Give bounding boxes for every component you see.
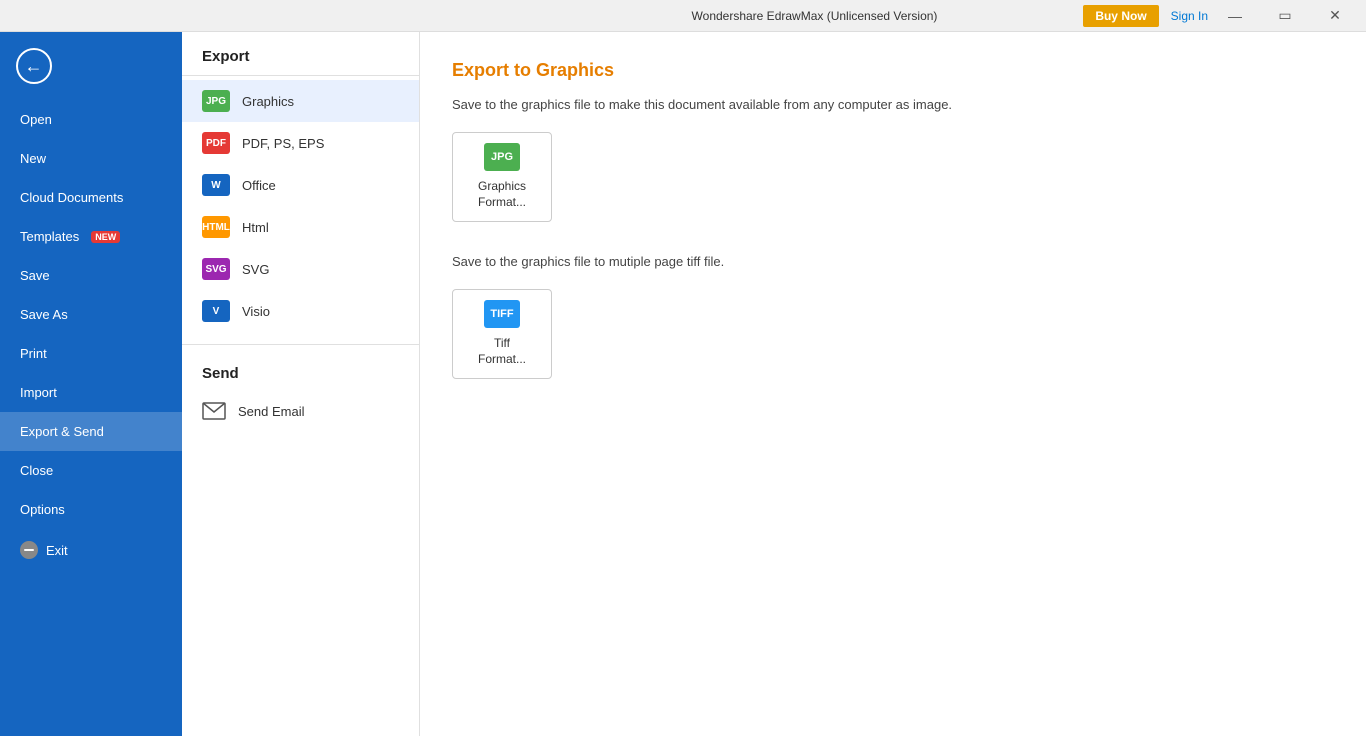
sidebar-item-options[interactable]: Options: [0, 490, 182, 529]
html-label: Html: [242, 220, 269, 235]
sidebar-item-export-send[interactable]: Export & Send: [0, 412, 182, 451]
graphics-format-icon-text: JPG: [491, 151, 513, 163]
export-item-svg[interactable]: SVG SVG: [182, 248, 419, 290]
sidebar-label-export-send: Export & Send: [20, 424, 104, 439]
sidebar-label-save-as: Save As: [20, 307, 68, 322]
pdf-icon: PDF: [202, 132, 230, 154]
back-arrow-icon: ←: [25, 56, 43, 77]
send-divider: [182, 344, 419, 345]
content-desc2: Save to the graphics file to mutiple pag…: [452, 254, 1334, 269]
sidebar-item-save-as[interactable]: Save As: [0, 295, 182, 334]
sidebar-label-new: New: [20, 151, 46, 166]
sidebar-item-templates[interactable]: Templates NEW: [0, 217, 182, 256]
graphics-icon-text: JPG: [206, 96, 226, 107]
sidebar-back-button[interactable]: ←: [0, 32, 182, 100]
title-bar-controls: Buy Now Sign In — ▭ ✕: [1083, 1, 1358, 31]
export-divider: [182, 75, 419, 76]
svg-icon: SVG: [202, 258, 230, 280]
email-icon: [202, 402, 226, 420]
export-item-pdf[interactable]: PDF PDF, PS, EPS: [182, 122, 419, 164]
sidebar-label-exit: Exit: [46, 543, 68, 558]
sidebar-label-print: Print: [20, 346, 47, 361]
sign-in-link[interactable]: Sign In: [1171, 9, 1208, 23]
sidebar-label-open: Open: [20, 112, 52, 127]
sidebar-item-cloud-documents[interactable]: Cloud Documents: [0, 178, 182, 217]
sidebar-item-new[interactable]: New: [0, 139, 182, 178]
visio-icon: V: [202, 300, 230, 322]
sidebar-item-import[interactable]: Import: [0, 373, 182, 412]
export-item-graphics[interactable]: JPG Graphics: [182, 80, 419, 122]
sidebar-label-save: Save: [20, 268, 50, 283]
sidebar-label-options: Options: [20, 502, 65, 517]
export-item-html[interactable]: HTML Html: [182, 206, 419, 248]
exit-circle-icon: [20, 541, 38, 559]
pdf-label: PDF, PS, EPS: [242, 136, 324, 151]
office-icon-text: W: [211, 180, 220, 191]
graphics-format-icon: JPG: [484, 143, 520, 171]
graphics-label: Graphics: [242, 94, 294, 109]
content-desc1: Save to the graphics file to make this d…: [452, 97, 1334, 112]
export-item-visio[interactable]: V Visio: [182, 290, 419, 332]
exit-line-icon: [24, 549, 34, 551]
svg-label: SVG: [242, 262, 269, 277]
buy-now-button[interactable]: Buy Now: [1083, 5, 1158, 27]
main-content: Export to Graphics Save to the graphics …: [420, 32, 1366, 736]
office-label: Office: [242, 178, 276, 193]
sidebar-item-open[interactable]: Open: [0, 100, 182, 139]
sidebar-item-close[interactable]: Close: [0, 451, 182, 490]
svg-icon-text: SVG: [205, 264, 226, 275]
format-cards-row2: TIFF TiffFormat...: [452, 289, 1334, 379]
sidebar-item-exit[interactable]: Exit: [0, 529, 182, 571]
sidebar-label-import: Import: [20, 385, 57, 400]
tiff-format-icon: TIFF: [484, 300, 520, 328]
office-icon: W: [202, 174, 230, 196]
sidebar-label-close: Close: [20, 463, 53, 478]
window-title: Wondershare EdrawMax (Unlicensed Version…: [546, 9, 1084, 23]
close-button[interactable]: ✕: [1312, 1, 1358, 31]
app-body: ← Open New Cloud Documents Templates NEW…: [0, 32, 1366, 736]
sidebar-menu: Open New Cloud Documents Templates NEW S…: [0, 100, 182, 736]
tiff-format-card[interactable]: TIFF TiffFormat...: [452, 289, 552, 379]
pdf-icon-text: PDF: [206, 138, 226, 149]
export-section-header: Export: [182, 32, 419, 75]
graphics-format-label: GraphicsFormat...: [478, 179, 526, 210]
middle-panel: Export JPG Graphics PDF PDF, PS, EPS W O…: [182, 32, 420, 736]
content-title: Export to Graphics: [452, 60, 1334, 81]
visio-icon-text: V: [213, 306, 220, 317]
templates-new-badge: NEW: [91, 231, 120, 243]
tiff-format-icon-text: TIFF: [490, 308, 513, 320]
tiff-format-label: TiffFormat...: [478, 336, 526, 367]
graphics-format-card[interactable]: JPG GraphicsFormat...: [452, 132, 552, 222]
minimize-button[interactable]: —: [1212, 1, 1258, 31]
export-item-office[interactable]: W Office: [182, 164, 419, 206]
exit-with-icon: Exit: [20, 541, 68, 559]
restore-button[interactable]: ▭: [1262, 1, 1308, 31]
html-icon: HTML: [202, 216, 230, 238]
format-cards-row1: JPG GraphicsFormat...: [452, 132, 1334, 222]
graphics-icon: JPG: [202, 90, 230, 112]
sidebar-item-print[interactable]: Print: [0, 334, 182, 373]
sidebar-label-templates: Templates: [20, 229, 79, 244]
sidebar-label-cloud-documents: Cloud Documents: [20, 190, 123, 205]
title-bar: Wondershare EdrawMax (Unlicensed Version…: [0, 0, 1366, 32]
html-icon-text: HTML: [202, 222, 230, 233]
sidebar: ← Open New Cloud Documents Templates NEW…: [0, 32, 182, 736]
visio-label: Visio: [242, 304, 270, 319]
send-section-header: Send: [182, 349, 419, 392]
sidebar-item-save[interactable]: Save: [0, 256, 182, 295]
back-circle[interactable]: ←: [16, 48, 52, 84]
send-email-item[interactable]: Send Email: [182, 392, 419, 430]
send-email-label: Send Email: [238, 404, 304, 419]
